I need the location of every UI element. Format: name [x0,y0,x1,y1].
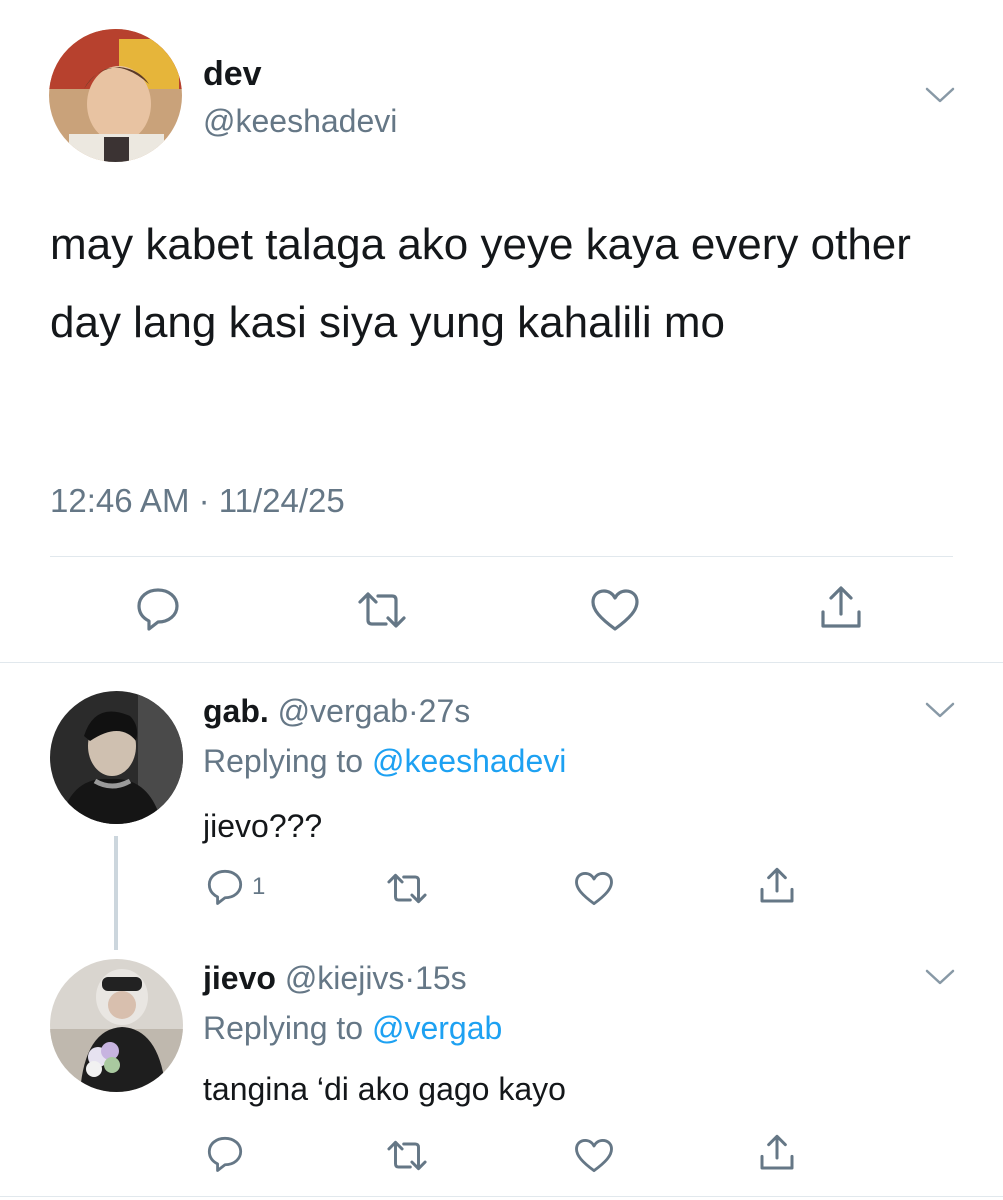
reply-author-name[interactable]: gab. [203,693,269,729]
separator-dot: · [404,960,416,996]
retweet-icon[interactable] [384,872,430,905]
reply-author-handle[interactable]: @kiejivs [285,960,405,996]
divider [0,662,1003,663]
replying-to-label: Replying to [203,1010,364,1046]
main-author-name[interactable]: dev [203,55,262,94]
reply-icon[interactable] [205,868,245,906]
chevron-down-icon[interactable] [924,700,956,720]
chevron-down-icon[interactable] [924,967,956,987]
reply-time[interactable]: 15s [415,960,467,996]
replying-to-link[interactable]: @keeshadevi [372,743,566,779]
replying-to: Replying to @vergab [203,1010,502,1047]
reply-time[interactable]: 27s [419,693,471,729]
thread-line [114,836,118,950]
reply-header: jievo @kiejivs·15s [203,960,467,997]
main-avatar[interactable] [49,29,182,162]
replying-to-link[interactable]: @vergab [372,1010,502,1046]
share-icon[interactable] [757,1133,797,1173]
like-icon[interactable] [574,1138,614,1173]
retweet-icon[interactable] [354,590,410,630]
replying-to: Replying to @keeshadevi [203,743,566,780]
divider [50,556,953,557]
reply-avatar[interactable] [50,691,183,824]
reply-header: gab. @vergab·27s [203,693,470,730]
chevron-down-icon[interactable] [924,85,956,105]
reply-author-name[interactable]: jievo [203,960,276,996]
reply-icon[interactable] [134,586,182,632]
share-icon[interactable] [757,866,797,906]
main-tweet-text: may kabet talaga ako yeye kaya every oth… [50,220,911,347]
reply-author-handle[interactable]: @vergab [278,693,408,729]
reply-count: 1 [252,873,266,900]
like-icon[interactable] [574,871,614,906]
retweet-icon[interactable] [384,1139,430,1172]
reply-avatar[interactable] [50,959,183,1092]
reply-text: jievo??? [203,808,323,844]
reply-text: tangina ‘di ako gago kayo [203,1071,566,1107]
share-icon[interactable] [817,584,865,632]
separator-dot: · [408,693,419,729]
replying-to-label: Replying to [203,743,364,779]
divider [0,1196,1003,1197]
reply-icon[interactable] [205,1135,245,1173]
main-author-handle[interactable]: @keeshadevi [203,103,397,140]
like-icon[interactable] [590,588,640,632]
main-tweet-timestamp[interactable]: 12:46 AM · 11/24/25 [50,482,345,520]
